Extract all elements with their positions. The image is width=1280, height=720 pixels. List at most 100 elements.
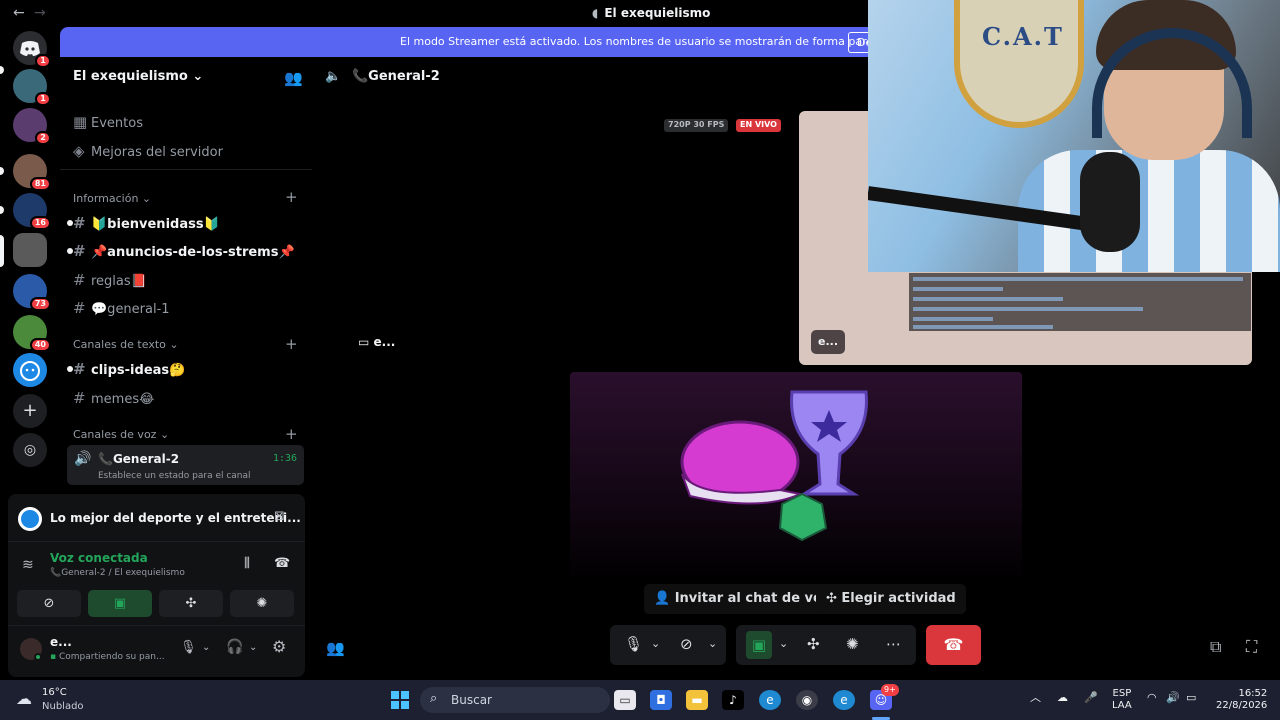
events-link[interactable]: ▦ Eventos: [73, 113, 143, 139]
noise-suppression-icon[interactable]: ⫼: [244, 556, 250, 571]
invite-people-icon[interactable]: 👥: [284, 69, 303, 87]
weather-desc[interactable]: Nublado: [42, 701, 84, 712]
language-indicator[interactable]: ESP LAA: [1112, 688, 1132, 712]
windows-start-icon[interactable]: [389, 690, 411, 710]
weather-cloud-icon[interactable]: ☁: [16, 689, 32, 708]
direct-messages-button[interactable]: 1: [13, 31, 51, 68]
channel-reglas[interactable]: # reglas📕: [73, 271, 147, 297]
server-name-header[interactable]: El exequielismo ⌄: [73, 69, 203, 84]
server-icon[interactable]: 2: [13, 108, 51, 145]
chat-line: [913, 277, 1243, 281]
back-arrow-icon[interactable]: ←: [13, 5, 25, 21]
channel-general-1[interactable]: # 💬general-1: [73, 299, 170, 325]
fullscreen-icon[interactable]: ⛶: [1246, 637, 1257, 657]
category-info[interactable]: Información ⌄: [73, 192, 151, 205]
channel-clips-ideas[interactable]: # clips-ideas🤔: [67, 360, 185, 386]
add-server-icon[interactable]: +: [13, 394, 47, 428]
connection-signal-icon[interactable]: ≋: [22, 557, 34, 573]
settings-gear-icon[interactable]: ⚙: [272, 637, 286, 656]
soundboard-button[interactable]: ✺: [230, 590, 294, 617]
edge-browser-icon[interactable]: e: [759, 690, 781, 710]
add-channel-icon[interactable]: +: [285, 335, 298, 353]
onedrive-cloud-icon[interactable]: ☁: [1057, 692, 1068, 704]
search-input[interactable]: Buscar: [451, 693, 492, 707]
screen-share-button[interactable]: ▣: [88, 590, 152, 617]
discover-compass-icon[interactable]: ◎: [13, 433, 47, 467]
app-icon[interactable]: ◘: [650, 690, 672, 710]
disconnect-call-button[interactable]: ☎: [926, 625, 981, 665]
streamer-mode-banner: El modo Streamer está activado. Los nomb…: [60, 27, 889, 57]
chevron-down-icon[interactable]: ⌄: [779, 637, 788, 650]
windows-taskbar: ☁ 16°C Nublado ⌕ Buscar ▭ ◘ ▬ ♪ e ◉ e ☺ …: [0, 680, 1280, 720]
microphone-icon[interactable]: 🎙: [180, 640, 197, 655]
file-explorer-icon[interactable]: ▬: [686, 690, 708, 710]
hash-icon: #: [73, 360, 86, 378]
wifi-icon[interactable]: ◠: [1147, 692, 1157, 704]
cat-face-icon: [20, 361, 40, 381]
camera-off-button[interactable]: ⊘: [17, 590, 81, 617]
disconnect-icon[interactable]: ☎: [274, 556, 290, 571]
chat-line: [913, 307, 1143, 311]
channel-anuncios[interactable]: # 📌anuncios-de-los-strems📌: [67, 242, 295, 268]
mic-camera-controls: 🎙 ⌄ ⊘ ⌄: [610, 625, 726, 665]
voice-location[interactable]: 📞General-2 / El exequielismo: [50, 568, 185, 578]
activities-icon: ✣: [826, 591, 842, 606]
channel-status-hint[interactable]: Establece un estado para el canal: [98, 471, 251, 481]
clock[interactable]: 16:52 22/8/2026: [1216, 688, 1267, 712]
taskbar-search[interactable]: ⌕ Buscar: [420, 687, 610, 713]
task-view-icon[interactable]: ▭: [614, 690, 636, 710]
server-icon[interactable]: 81: [13, 154, 51, 191]
server-icon[interactable]: 40: [13, 315, 51, 352]
forward-arrow-icon[interactable]: →: [34, 5, 46, 21]
video-off-icon: ⊘: [43, 596, 55, 611]
activity-promo-art: [570, 372, 1022, 582]
popout-icon[interactable]: ⧉: [1210, 637, 1221, 657]
voice-channel-general-2[interactable]: 🔊 📞General-2 1:36 Establece un estado pa…: [67, 445, 304, 485]
activities-button[interactable]: ✣: [159, 590, 223, 617]
trophy-turtle-icon: [680, 390, 868, 542]
server-icon[interactable]: [13, 353, 47, 387]
chevron-down-icon[interactable]: ⌄: [249, 642, 257, 653]
volume-icon[interactable]: 🔊: [1166, 692, 1180, 704]
unread-pill: [0, 66, 4, 74]
add-people-icon[interactable]: 👥: [326, 639, 345, 657]
tiktok-icon[interactable]: ♪: [722, 690, 744, 710]
voice-connected-label[interactable]: Voz conectada: [50, 551, 148, 565]
server-icon[interactable]: 73: [13, 274, 51, 311]
headphones-icon[interactable]: 🎧: [226, 639, 243, 655]
choose-activity-button[interactable]: ✣ Elegir actividad: [816, 584, 966, 614]
channel-bienvenidass[interactable]: # 🔰bienvenidass🔰: [67, 214, 220, 240]
server-boosts-link[interactable]: ◈ Mejoras del servidor: [73, 142, 223, 168]
edge-browser-icon[interactable]: e: [833, 690, 855, 710]
microphone-icon[interactable]: 🎙: [624, 635, 643, 653]
soundboard-icon[interactable]: ✺: [846, 635, 859, 653]
activities-icon[interactable]: ✣: [807, 635, 820, 653]
microphone-tray-icon[interactable]: 🎤: [1084, 692, 1098, 704]
invite-voice-button[interactable]: 👤 Invitar al chat de voz: [644, 584, 840, 614]
add-channel-icon[interactable]: +: [285, 188, 298, 206]
stream-user-label: e...: [811, 330, 845, 354]
speaker-icon: ◖: [592, 6, 599, 20]
boost-gem-icon: ◈: [73, 142, 85, 160]
participant-label[interactable]: ▭ e...: [358, 335, 395, 349]
server-icon[interactable]: 1: [13, 69, 51, 106]
screen-share-icon[interactable]: ▣: [746, 631, 772, 659]
category-voice[interactable]: Canales de voz ⌄: [73, 428, 169, 441]
user-name[interactable]: e...: [50, 635, 72, 649]
video-off-icon[interactable]: ⊘: [680, 635, 693, 653]
chevron-down-icon[interactable]: ⌄: [651, 637, 660, 650]
obs-icon[interactable]: ◉: [796, 690, 818, 710]
channel-memes[interactable]: # memes😂: [73, 389, 154, 415]
battery-icon[interactable]: ▭: [1186, 692, 1196, 704]
add-channel-icon[interactable]: +: [285, 425, 298, 443]
close-promo-icon[interactable]: ⊠: [274, 509, 285, 524]
weather-temp[interactable]: 16°C: [42, 687, 67, 698]
promo-card[interactable]: Lo mejor del deporte y el entreteni... ⊠: [8, 494, 305, 542]
category-text[interactable]: Canales de texto ⌄: [73, 338, 179, 351]
more-options-icon[interactable]: ⋯: [886, 635, 901, 653]
chevron-down-icon[interactable]: ⌄: [708, 637, 717, 650]
server-icon-selected[interactable]: [13, 233, 47, 267]
chevron-up-icon[interactable]: ︿: [1030, 692, 1041, 704]
chevron-down-icon[interactable]: ⌄: [202, 642, 210, 653]
server-icon[interactable]: 16: [13, 193, 51, 230]
